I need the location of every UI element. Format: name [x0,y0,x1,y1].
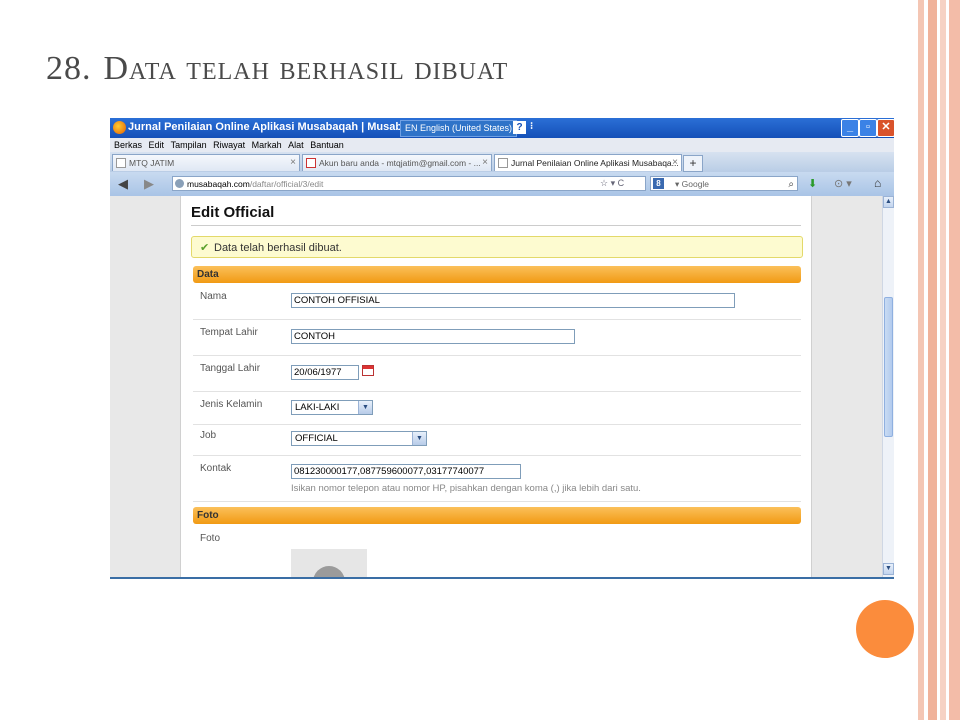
gmail-icon [306,158,316,168]
new-tab-button[interactable]: + [683,155,703,172]
menu-item-bantuan[interactable]: Bantuan [310,138,344,150]
jenis-kelamin-select[interactable]: LAKI-LAKI ▼ [291,400,373,415]
home-icon[interactable]: ⌂ [874,176,881,190]
form-row-tanggal-lahir: Tanggal Lahir 20/06/1977 [193,356,801,392]
tab-jurnal-penilaian[interactable]: Jurnal Penilaian Online Aplikasi Musabaq… [494,154,682,171]
section-header-foto: Foto [193,507,801,524]
search-input[interactable]: 8 ▾ Google ⌕ [650,176,798,191]
tab-close-icon[interactable]: × [290,155,296,171]
success-notice: ✔ Data telah berhasil dibuat. [191,236,803,258]
avatar-silhouette [313,566,345,577]
scroll-thumb[interactable] [884,297,893,437]
menu-item-tampilan[interactable]: Tampilan [171,138,207,150]
label-nama: Nama [200,291,227,302]
form-row-kontak: Kontak 081230000177,087759600077,0317774… [193,456,801,502]
search-placeholder: ▾ Google [675,179,710,189]
chevron-down-icon[interactable]: ▼ [412,432,426,445]
url-path: /daftar/official/3/edit [249,179,324,189]
menu-item-edit[interactable]: Edit [149,138,165,150]
label-tanggal-lahir: Tanggal Lahir [200,363,261,374]
label-tempat-lahir: Tempat Lahir [200,327,258,338]
site-icon [116,158,126,168]
label-jenis-kelamin: Jenis Kelamin [200,399,263,410]
maximize-button[interactable]: ▫ [859,119,877,137]
success-message: Data telah berhasil dibuat. [214,242,342,254]
addon-icon[interactable]: ⊙ ▾ [834,177,852,190]
tab-close-icon[interactable]: × [672,155,678,171]
forward-button[interactable]: ▶ [144,176,154,192]
calendar-icon[interactable] [362,365,374,376]
photo-placeholder[interactable] [291,549,367,577]
tab-bar: MTQ JATIM × Akun baru anda - mtqjatim@gm… [110,152,894,172]
menu-item-markah[interactable]: Markah [252,138,282,150]
tempat-lahir-input[interactable]: CONTOH [291,329,575,344]
page-viewport: Edit Official ✔ Data telah berhasil dibu… [110,196,882,577]
window-title: Jurnal Penilaian Online Aplikasi Musabaq… [128,121,428,133]
job-select[interactable]: OFFICIAL ▼ [291,431,427,446]
navigation-bar: ◀ ▶ musabaqah.com/daftar/official/3/edit… [110,172,894,196]
job-value: OFFICIAL [295,433,338,444]
minimize-button[interactable]: _ [841,119,859,137]
label-foto: Foto [200,533,221,544]
kontak-hint: Isikan nomor telepon atau nomor HP, pisa… [291,483,641,494]
page-content: Edit Official ✔ Data telah berhasil dibu… [180,196,812,577]
slide-number: 28. [46,50,92,87]
language-indicator[interactable]: EN English (United States) [400,120,518,137]
page-icon [498,158,508,168]
menu-item-alat[interactable]: Alat [288,138,304,150]
bookmark-reload-icons[interactable]: ☆ ▾ C [600,178,624,189]
back-button[interactable]: ◀ [118,176,128,192]
form-row-jenis-kelamin: Jenis Kelamin LAKI-LAKI ▼ [193,392,801,425]
window-titlebar: Jurnal Penilaian Online Aplikasi Musabaq… [110,118,894,138]
nama-input[interactable]: CONTOH OFFISIAL [291,293,735,308]
scroll-up-button[interactable]: ▲ [883,196,894,208]
firefox-icon [113,121,126,134]
search-icon[interactable]: ⌕ [788,177,794,192]
tab-gmail[interactable]: Akun baru anda - mtqjatim@gmail.com - ..… [302,154,492,171]
close-button[interactable]: ✕ [877,119,894,137]
scroll-down-button[interactable]: ▼ [883,563,894,575]
menu-item-riwayat[interactable]: Riwayat [213,138,245,150]
slide-title: 28. Data telah berhasil dibuat [46,50,508,88]
menu-item-berkas[interactable]: Berkas [114,138,142,150]
tab-label: Jurnal Penilaian Online Aplikasi Musabaq… [511,158,679,168]
url-bar[interactable]: musabaqah.com/daftar/official/3/edit [172,176,646,191]
label-kontak: Kontak [200,463,232,474]
jenis-kelamin-value: LAKI-LAKI [295,402,340,413]
section-header-data: Data [193,266,801,283]
form-row-job: Job OFFICIAL ▼ [193,425,801,456]
slide-right-stripes [918,0,960,720]
language-options-icon[interactable]: ⁝ [530,121,533,132]
tab-label: Akun baru anda - mtqjatim@gmail.com - ..… [319,158,481,168]
form-row-tempat-lahir: Tempat Lahir CONTOH [193,320,801,356]
slide-title-text: Data telah berhasil dibuat [103,50,509,87]
label-job: Job [200,430,217,441]
page-title: Edit Official [191,204,275,221]
form-row-nama: Nama CONTOH OFFISIAL [193,284,801,320]
tab-close-icon[interactable]: × [482,155,488,171]
chevron-down-icon[interactable]: ▼ [358,401,372,414]
globe-icon [175,179,184,188]
menu-bar: Berkas Edit Tampilan Riwayat Markah Alat… [110,138,894,152]
tab-label: MTQ JATIM [129,158,175,168]
browser-screenshot: Jurnal Penilaian Online Aplikasi Musabaq… [110,118,894,579]
tab-mtq-jatim[interactable]: MTQ JATIM × [112,154,300,171]
kontak-input[interactable]: 081230000177,087759600077,03177740077 [291,464,521,479]
help-icon[interactable]: ? [513,121,526,134]
url-host: musabaqah.com [187,179,250,189]
download-icon[interactable]: ⬇ [808,177,817,190]
vertical-scrollbar[interactable]: ▲ ▼ [882,196,894,577]
check-icon: ✔ [200,242,210,254]
title-divider [191,225,801,226]
tanggal-lahir-input[interactable]: 20/06/1977 [291,365,359,380]
search-engine-icon[interactable]: 8 [653,178,664,189]
decorative-circle [856,600,914,658]
